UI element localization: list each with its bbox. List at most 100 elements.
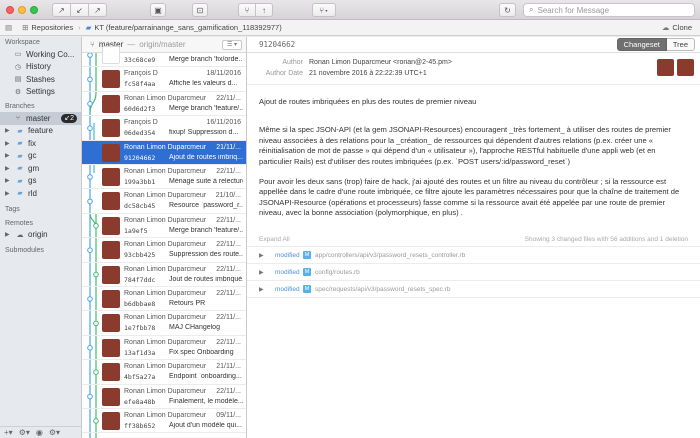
commit-row[interactable]: Ronan Limon Duparcmeur 22/11/... 1a9ef5 Mer… [82, 214, 246, 239]
repositories-button[interactable]: ⊞ Repositories [17, 20, 78, 36]
search-field[interactable]: ⌕ Search for Message [523, 3, 695, 17]
commit-subject: Merge branch 'fix/orde... [169, 56, 243, 63]
tab-tree[interactable]: Tree [666, 38, 695, 51]
commit-row[interactable]: Ronan Limon Duparcmeur 22/11/... 60d6d2f3 M… [82, 92, 246, 117]
tab-changeset[interactable]: Changeset [616, 38, 667, 51]
commit-author: Ronan Limon Duparcmeur [124, 265, 207, 273]
avatar [102, 338, 120, 357]
merge-button[interactable]: ↑ [255, 3, 273, 17]
detail-header: 91204662 Changeset Tree [247, 37, 700, 53]
commit-date: 21/11/... [216, 363, 241, 371]
zoom-window-button[interactable] [30, 6, 38, 14]
commit-message-title: Ajout de routes imbriquées en plus des r… [259, 97, 477, 106]
commit-row[interactable]: Ronan Limon Duparcmeur 09/11/... ff38b652 A… [82, 409, 246, 434]
git-flow-button[interactable]: ⑂▾ [312, 3, 336, 17]
view-segment: Changeset Tree [616, 38, 695, 51]
changed-file-row[interactable]: ▶ modified M spec/requests/api/v3/passwo… [247, 281, 700, 298]
disclosure-icon[interactable]: ▶ [5, 152, 12, 159]
pull-button[interactable]: ↙ [70, 3, 89, 17]
commit-sha: fc58f4aa [124, 80, 156, 89]
commit-author: Ronan Limon Duparcmeur [124, 387, 207, 395]
sidebar-item-gc[interactable]: ▶ ▰ gc [0, 150, 81, 163]
commit-row[interactable]: Ronan Limon Duparcmeur 22/11/... 784f7ddc J… [82, 263, 246, 287]
branch-button[interactable]: ⑂ [238, 3, 256, 17]
commit-subject: Fix spec Onboarding [169, 348, 234, 356]
commit-date: 22/11/... [216, 168, 241, 175]
commit-row[interactable]: 33c68ce9 Merge branch 'fix/orde... [82, 43, 246, 68]
sidebar-item-label: rld [28, 188, 37, 198]
commit-row[interactable]: Ronan Limon Duparcmeur 22/11/... efe8a48b F… [82, 385, 246, 409]
minimize-window-button[interactable] [18, 6, 26, 14]
settings-icon[interactable]: ⚙▾ [19, 428, 30, 437]
gear-icon[interactable]: ⚙▾ [49, 428, 60, 437]
refresh-button[interactable]: ↻ [499, 3, 516, 17]
commit-date: 22/11/... [216, 216, 241, 224]
commit-sha: 784f7ddc [124, 275, 156, 284]
sidebar-item-gs[interactable]: ▶ ▰ gs [0, 175, 81, 188]
pop-button[interactable]: ⊡ [192, 3, 208, 17]
commit-row[interactable]: François D 18/11/2016 fc58f4aa Affiche les … [82, 67, 246, 92]
add-icon[interactable]: +▾ [4, 428, 13, 437]
disclosure-icon[interactable]: ▶ [259, 286, 275, 293]
commit-date: 22/11/... [216, 265, 241, 273]
sidebar-item-working-copy[interactable]: ▭ Working Co... [0, 48, 81, 61]
commit-author: Ronan Limon Duparcmeur [124, 168, 207, 175]
sidebar-item-label: Working Co... [26, 49, 75, 59]
changed-file-row[interactable]: ▶ modified M config/routes.rb [247, 264, 700, 281]
sidebar-item-rld[interactable]: ▶ ▰ rld [0, 187, 81, 200]
disclosure-icon[interactable]: ▶ [5, 190, 12, 197]
avatar [102, 119, 120, 138]
commit-row[interactable]: Ronan Limon Duparcmeur 22/11/... 93cbb425 S… [82, 238, 246, 263]
commit-row[interactable]: Ronan Limon Duparcmeur 22/11/... 13af1d3a F… [82, 336, 246, 361]
commit-date: 22/11/... [216, 290, 241, 297]
commit-row[interactable]: Ronan Limon Duparcmeur 21/10/... dc58cb45 R… [82, 189, 246, 214]
changed-file-row[interactable]: ▶ modified M app/controllers/api/v3/pass… [247, 247, 700, 264]
sidebar-item-history[interactable]: ◷ History [0, 61, 81, 74]
stash-button[interactable]: ▣ [150, 3, 166, 17]
close-window-button[interactable] [6, 6, 14, 14]
sidebar-item-label: master [26, 113, 51, 123]
repositories-label: Repositories [31, 23, 74, 32]
avatar [102, 241, 120, 260]
commit-row[interactable]: Ronan Limon Duparcmeur 22/11/... 199a3bb1 M… [82, 165, 246, 190]
eye-icon[interactable]: ◉ [36, 428, 43, 437]
commit-detail: 91204662 Changeset Tree Author Ronan Lim… [247, 37, 700, 438]
repo-breadcrumb[interactable]: ▰ KT (feature/parrainange_sans_gamificat… [81, 20, 287, 36]
sidebar-item-settings[interactable]: ⚙ Settings [0, 86, 81, 99]
commit-list: ⑂ master — origin/master ☰ ▾ 33c68ce9 Mer… [82, 37, 247, 438]
commit-row[interactable]: Ronan Limon Duparcmeur 21/11/... 91204662 A… [82, 140, 246, 165]
commit-author: Ronan Limon Duparcmeur [124, 314, 207, 322]
disclosure-icon[interactable]: ▶ [5, 231, 12, 238]
commit-author: Ronan Limon Duparcmeur [124, 290, 207, 297]
commit-row[interactable]: François D 16/11/2016 06ded354 fixup! Suppr… [82, 116, 246, 141]
commit-subject: Suppression des route... [169, 251, 243, 259]
sidebar-item-stashes[interactable]: ▤ Stashes [0, 73, 81, 86]
avatar [677, 59, 694, 76]
commit-subject: Ajout d'un modèle qui... [169, 422, 242, 429]
sidebar-item-gm[interactable]: ▶ ▰ gm [0, 162, 81, 175]
commit-row[interactable]: Ronan Limon Duparcmeur 21/11/... 4bf5a27a E… [82, 360, 246, 385]
disclosure-icon[interactable]: ▶ [259, 252, 275, 259]
disclosure-icon[interactable]: ▶ [5, 177, 12, 184]
avatar [102, 363, 120, 382]
sidebar-item-feature[interactable]: ▶ ▰ feature [0, 125, 81, 138]
push-button[interactable]: ↗ [88, 3, 107, 17]
commit-row[interactable]: Ronan Limon Duparcmeur 22/11/... b6dbbae8 R… [82, 287, 246, 312]
commit-sha: 1e7fbb78 [124, 324, 156, 333]
expand-all-button[interactable]: Expand All [259, 236, 290, 243]
clone-button[interactable]: ☁ Clone [662, 23, 700, 32]
disclosure-icon[interactable]: ▶ [5, 165, 12, 172]
sidebar-item-fix[interactable]: ▶ ▰ fix [0, 137, 81, 150]
commit-button[interactable]: ↗ [52, 3, 71, 17]
commit-row[interactable]: Ronan Limon Duparcmeur 22/11/... 1e7fbb78 M… [82, 311, 246, 336]
avatar [102, 70, 120, 89]
disclosure-icon[interactable]: ▶ [5, 127, 12, 134]
sidebar-toggle-button[interactable]: ▤ [0, 20, 17, 36]
commit-message-paragraph: Même si la spec JSON-API (et la gem JSON… [259, 125, 671, 166]
sidebar-item-origin[interactable]: ▶ ☁ origin [0, 229, 81, 242]
sidebar-item-label: gs [28, 176, 37, 186]
disclosure-icon[interactable]: ▶ [259, 269, 275, 276]
sidebar-item-master[interactable]: ⑂ master ↙2 [0, 112, 81, 125]
commit-date: 16/11/2016 [206, 119, 241, 127]
disclosure-icon[interactable]: ▶ [5, 140, 12, 147]
